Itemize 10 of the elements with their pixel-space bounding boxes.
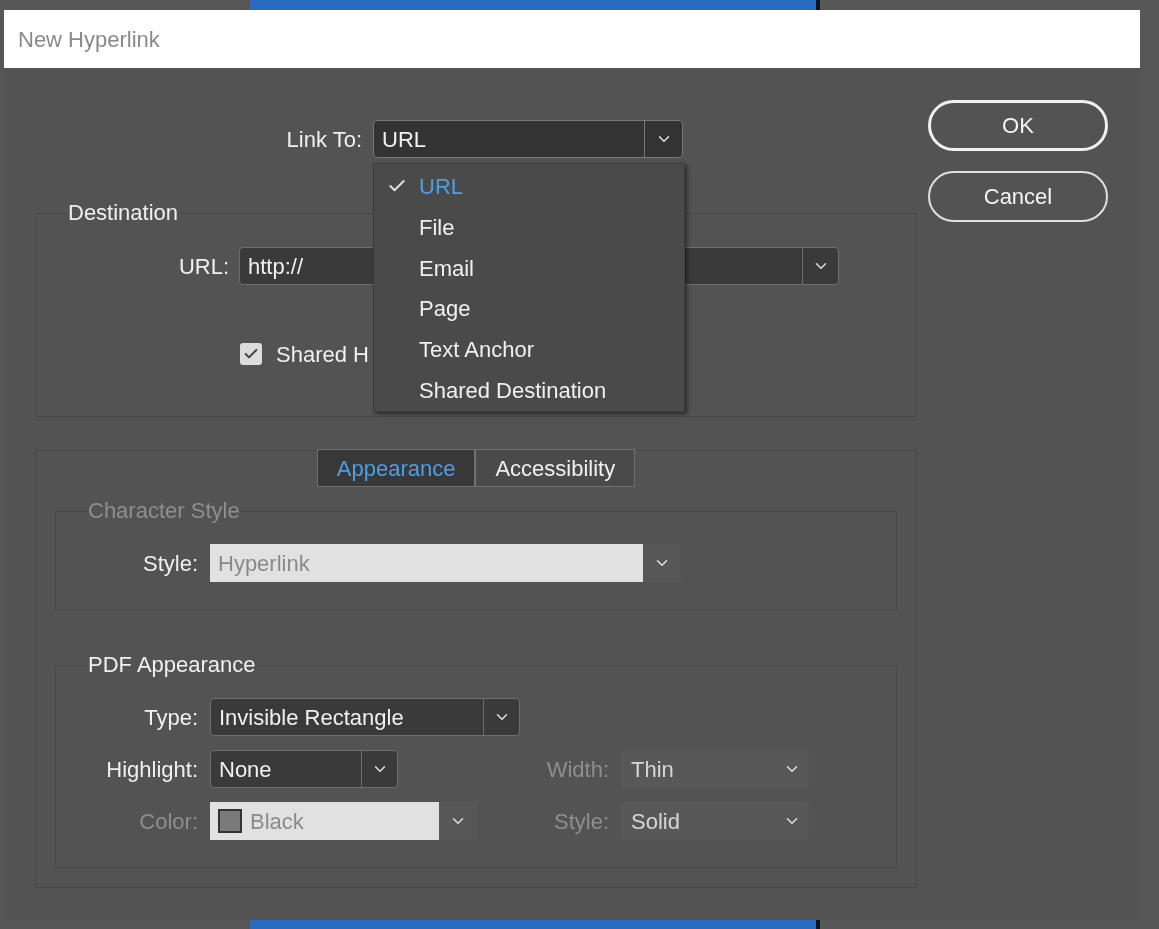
field-label: Type: [144,703,198,732]
field-label: Color: [139,807,198,836]
field-label: Style: [553,807,609,836]
field-label: Width: [546,755,609,784]
window-title: New Hyperlink [18,25,160,54]
checkbox-label: Shared H [276,340,369,369]
field-label: URL: [178,252,229,281]
field-label: Highlight: [106,755,198,784]
field-label: Style: [142,549,198,578]
field-label: Link To: [286,125,362,154]
